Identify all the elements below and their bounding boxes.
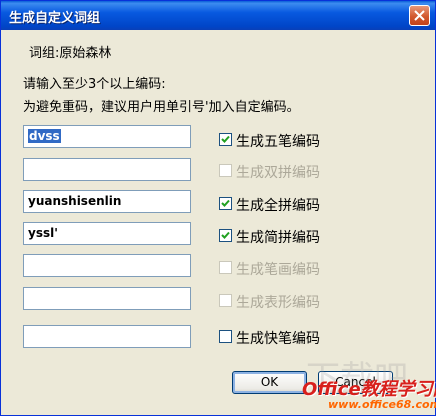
jianpin-checkbox[interactable] [219,229,232,242]
quanpin-checkbox-label: 生成全拼编码 [236,198,320,214]
wubi-checkbox[interactable] [219,133,232,146]
phrase-label-text: 词组: [29,46,60,61]
watermark-url: www.office68.com [328,398,436,411]
jianpin-checkbox-label: 生成简拼编码 [236,230,320,246]
biaoxing-checkbox [219,294,232,307]
checkmark-icon [221,135,230,143]
selected-text: dvss [28,129,61,143]
code-input-biaoxing[interactable] [23,287,191,310]
phrase-label: 词组:原始森林 [29,42,111,61]
quanpin-checkbox[interactable] [219,197,232,210]
title-bar[interactable]: 生成自定义词组 [1,1,435,30]
close-icon [414,10,425,21]
checkmark-icon [221,231,230,239]
code-input-shuangpin[interactable] [23,158,191,181]
instruction-line-2: 为避免重码，建议用户用单引号'加入自定编码。 [23,100,300,115]
code-input-wubi[interactable]: dvss [23,125,191,148]
phrase-value: 原始森林 [59,46,112,61]
code-input-kuaibi[interactable] [23,325,191,348]
checkmark-icon [221,199,230,207]
dialog-window: 生成自定义词组 词组:原始森林 请输入至少3个以上编码: 为避免重码，建议用户用… [0,0,436,416]
window-title: 生成自定义词组 [9,11,101,26]
kuaibi-checkbox[interactable] [219,330,232,343]
bihua-checkbox [219,261,232,274]
wubi-checkbox-label: 生成五笔编码 [236,134,320,150]
code-input-quanpin[interactable]: yuanshisenlin [23,190,191,213]
close-button[interactable] [409,5,430,26]
kuaibi-checkbox-label: 生成快笔编码 [236,331,320,347]
shuangpin-checkbox [219,164,232,177]
shuangpin-checkbox-label: 生成双拼编码 [236,165,320,181]
code-input-bihua[interactable] [23,254,191,277]
bihua-checkbox-label: 生成笔画编码 [236,262,320,278]
code-input-jianpin[interactable]: yssl' [23,222,191,245]
biaoxing-checkbox-label: 生成表形编码 [236,295,320,311]
instruction-line-1: 请输入至少3个以上编码: [23,77,166,92]
ok-button[interactable]: OK [232,371,307,394]
